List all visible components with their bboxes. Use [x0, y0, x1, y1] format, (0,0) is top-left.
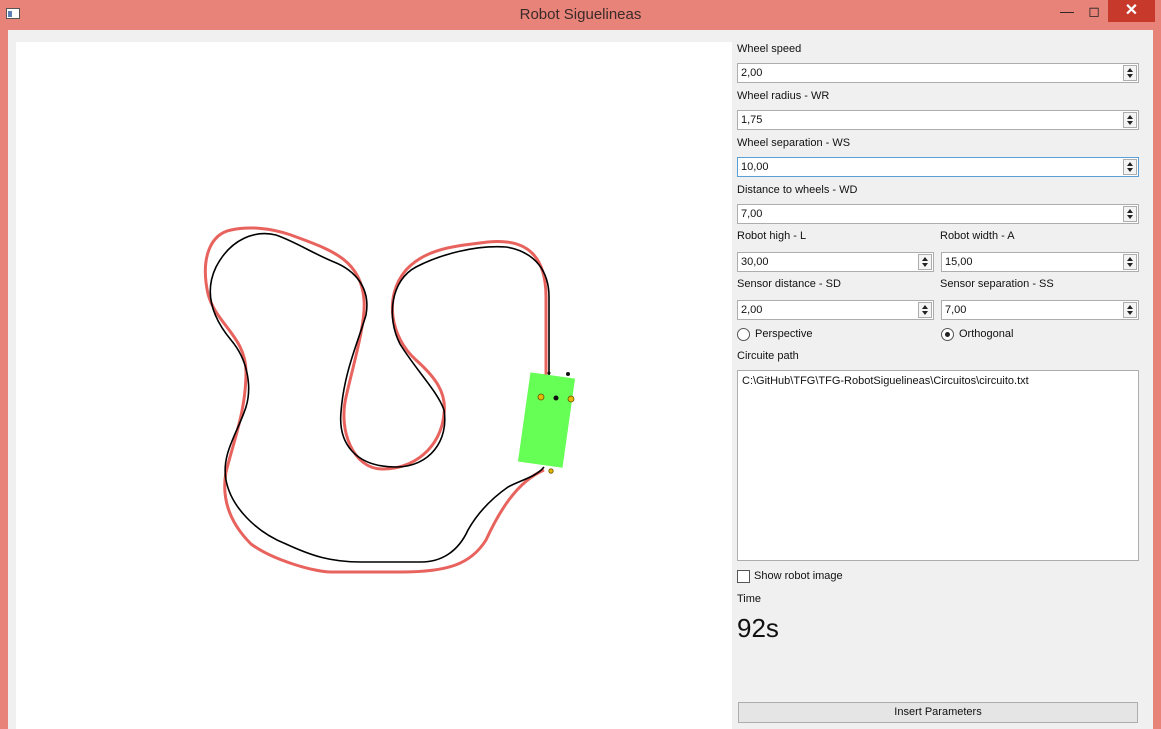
robot-width-value: 15,00: [945, 256, 973, 268]
robot-width-spinbox[interactable]: 15,00: [941, 252, 1139, 272]
maximize-icon: ◻: [1088, 3, 1100, 19]
close-button[interactable]: ✕: [1108, 0, 1155, 22]
spinner-arrows-icon[interactable]: [1123, 159, 1137, 175]
wheel-speed-spinbox[interactable]: 2,00: [737, 63, 1139, 83]
robot-high-label: Robot high - L: [737, 230, 807, 242]
wheel-speed-label: Wheel speed: [737, 43, 802, 55]
wheel-speed-value: 2,00: [741, 67, 763, 79]
spinner-arrows-icon[interactable]: [918, 254, 932, 270]
spinner-arrows-icon[interactable]: [1123, 112, 1137, 128]
show-robot-image-label: Show robot image: [754, 570, 843, 582]
distance-to-wheels-label: Distance to wheels - WD: [737, 184, 858, 196]
sensor-distance-value: 2,00: [741, 304, 763, 316]
orthogonal-radio[interactable]: [941, 328, 954, 341]
robot-high-spinbox[interactable]: 30,00: [737, 252, 934, 272]
sensor-separation-spinbox[interactable]: 7,00: [941, 300, 1139, 320]
sensor-distance-spinbox[interactable]: 2,00: [737, 300, 934, 320]
maximize-button[interactable]: ◻: [1081, 0, 1107, 22]
sensor-separation-label: Sensor separation - SS: [940, 278, 1054, 290]
spinner-arrows-icon[interactable]: [1123, 254, 1137, 270]
close-icon: ✕: [1124, 2, 1139, 19]
time-label: Time: [737, 593, 762, 605]
circuit-path-text: C:\GitHub\TFG\TFG-RobotSiguelineas\Circu…: [742, 375, 1029, 387]
circuit-path-label: Circuite path: [737, 350, 799, 362]
wheel-radius-spinbox[interactable]: 1,75: [737, 110, 1139, 130]
wheel-separation-spinbox[interactable]: 10,00: [737, 157, 1139, 177]
wheel-radius-label: Wheel radius - WR: [737, 90, 830, 102]
robot-width-label: Robot width - A: [940, 230, 1015, 242]
perspective-label: Perspective: [755, 328, 813, 340]
time-value: 92s: [737, 613, 779, 643]
spinner-arrows-icon[interactable]: [1123, 302, 1137, 318]
distance-to-wheels-value: 7,00: [741, 208, 763, 220]
minimize-icon: —: [1060, 3, 1074, 19]
wheel-separation-value: 10,00: [741, 161, 769, 173]
window-title: Robot Siguelineas: [519, 6, 642, 23]
minimize-button[interactable]: —: [1054, 0, 1080, 22]
spinner-arrows-icon[interactable]: [1123, 65, 1137, 81]
circuit-path-textarea[interactable]: C:\GitHub\TFG\TFG-RobotSiguelineas\Circu…: [737, 370, 1139, 561]
wheel-separation-label: Wheel separation - WS: [737, 137, 851, 149]
distance-to-wheels-spinbox[interactable]: 7,00: [737, 204, 1139, 224]
perspective-radio[interactable]: [737, 328, 750, 341]
spinner-arrows-icon[interactable]: [1123, 206, 1137, 222]
robot-high-value: 30,00: [741, 256, 769, 268]
sensor-distance-label: Sensor distance - SD: [737, 278, 841, 290]
title-bar: Robot Siguelineas — ◻ ✕: [0, 0, 1161, 30]
show-robot-image-checkbox[interactable]: [737, 570, 750, 583]
parameters-panel: Wheel speed 2,00 Wheel radius - WR 1,75 …: [8, 30, 1153, 729]
main-window: Wheel speed 2,00 Wheel radius - WR 1,75 …: [8, 30, 1153, 729]
spinner-arrows-icon[interactable]: [918, 302, 932, 318]
window-resize-edge[interactable]: [1147, 140, 1153, 540]
sensor-separation-value: 7,00: [945, 304, 967, 316]
wheel-radius-value: 1,75: [741, 114, 763, 126]
insert-parameters-button[interactable]: Insert Parameters: [738, 702, 1138, 723]
orthogonal-label: Orthogonal: [959, 328, 1014, 340]
